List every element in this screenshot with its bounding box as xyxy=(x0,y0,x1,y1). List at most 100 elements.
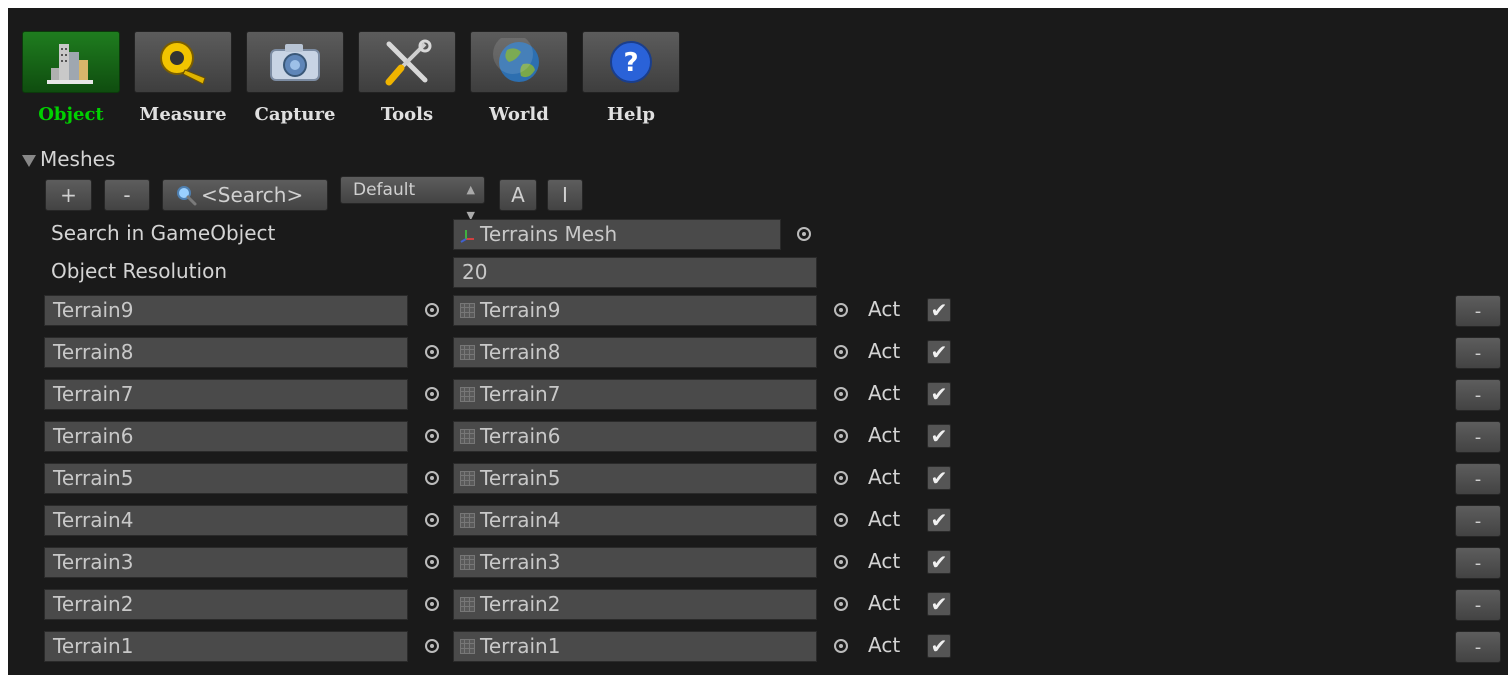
globe-icon xyxy=(493,38,539,82)
act-checkbox[interactable]: ✔ xyxy=(927,340,951,364)
remove-row-button[interactable]: - xyxy=(1455,421,1501,453)
mesh-name-field[interactable]: Terrain7 xyxy=(44,379,408,410)
capture-tab-button[interactable] xyxy=(246,31,344,93)
mesh-name-picker-icon[interactable] xyxy=(425,513,439,527)
mesh-name-field[interactable]: Terrain4 xyxy=(44,505,408,536)
svg-text:?: ? xyxy=(623,48,638,78)
mesh-name-field[interactable]: Terrain8 xyxy=(44,337,408,368)
object-resolution-label: Object Resolution xyxy=(51,259,227,283)
mesh-name-field[interactable]: Terrain3 xyxy=(44,547,408,578)
mesh-name-field[interactable]: Terrain9 xyxy=(44,295,408,326)
remove-row-button[interactable]: - xyxy=(1455,547,1501,579)
remove-row-button[interactable]: - xyxy=(1455,337,1501,369)
mesh-object-field[interactable]: Terrain6 xyxy=(453,421,817,452)
mesh-object-field[interactable]: Terrain1 xyxy=(453,631,817,662)
act-checkbox[interactable]: ✔ xyxy=(927,466,951,490)
mesh-object-picker-icon[interactable] xyxy=(834,345,848,359)
mesh-name-field[interactable]: Terrain2 xyxy=(44,589,408,620)
wrench-screwdriver-icon xyxy=(385,39,432,86)
mesh-name-picker-icon[interactable] xyxy=(425,639,439,653)
act-label: Act xyxy=(868,423,901,447)
tab-label-measure: Measure xyxy=(139,104,227,125)
mesh-name-picker-icon[interactable] xyxy=(425,555,439,569)
mesh-object-value: Terrain2 xyxy=(480,592,561,616)
remove-row-button[interactable]: - xyxy=(1455,505,1501,537)
mesh-object-field[interactable]: Terrain2 xyxy=(453,589,817,620)
mesh-name-picker-icon[interactable] xyxy=(425,303,439,317)
object-resolution-field[interactable]: 20 xyxy=(453,257,817,288)
remove-row-button[interactable]: - xyxy=(1455,379,1501,411)
sort-mode-dropdown[interactable]: Default ▲ ▼ xyxy=(340,176,485,222)
mesh-object-picker-icon[interactable] xyxy=(834,555,848,569)
mesh-object-picker-icon[interactable] xyxy=(834,303,848,317)
mesh-name-field[interactable]: Terrain5 xyxy=(44,463,408,494)
a-button[interactable]: A xyxy=(499,179,537,211)
mesh-object-value: Terrain1 xyxy=(480,634,561,658)
help-tab-button[interactable]: ? xyxy=(582,31,680,93)
check-icon: ✔ xyxy=(930,424,948,448)
mesh-name-field[interactable]: Terrain6 xyxy=(44,421,408,452)
object-picker-icon[interactable] xyxy=(797,227,811,241)
search-button[interactable]: <Search> xyxy=(162,179,328,211)
act-checkbox[interactable]: ✔ xyxy=(927,382,951,406)
mesh-object-picker-icon[interactable] xyxy=(834,387,848,401)
act-checkbox[interactable]: ✔ xyxy=(927,634,951,658)
mesh-object-value: Terrain6 xyxy=(480,424,561,448)
act-label: Act xyxy=(868,507,901,531)
mesh-object-field[interactable]: Terrain5 xyxy=(453,463,817,494)
mesh-object-picker-icon[interactable] xyxy=(834,429,848,443)
mesh-object-field[interactable]: Terrain8 xyxy=(453,337,817,368)
act-label: Act xyxy=(868,591,901,615)
sort-mode-value: Default xyxy=(353,180,416,200)
check-icon: ✔ xyxy=(930,634,948,658)
search-in-gameobject-field[interactable]: Terrains Mesh xyxy=(453,219,781,250)
check-icon: ✔ xyxy=(930,466,948,490)
meshes-foldout[interactable]: Meshes xyxy=(22,147,115,171)
terrain-grid-icon xyxy=(460,555,475,570)
world-tab-button[interactable] xyxy=(470,31,568,93)
mesh-object-picker-icon[interactable] xyxy=(834,471,848,485)
tape-measure-icon xyxy=(160,41,206,85)
act-checkbox[interactable]: ✔ xyxy=(927,550,951,574)
object-tab-button[interactable] xyxy=(22,31,120,93)
mesh-name-picker-icon[interactable] xyxy=(425,387,439,401)
mesh-name-picker-icon[interactable] xyxy=(425,345,439,359)
tab-label-tools: Tools xyxy=(380,104,434,125)
mesh-object-field[interactable]: Terrain9 xyxy=(453,295,817,326)
remove-mesh-button[interactable]: - xyxy=(104,179,150,211)
act-checkbox[interactable]: ✔ xyxy=(927,508,951,532)
remove-row-button[interactable]: - xyxy=(1455,295,1501,327)
mesh-object-picker-icon[interactable] xyxy=(834,639,848,653)
mesh-name-picker-icon[interactable] xyxy=(425,597,439,611)
measure-tab-button[interactable] xyxy=(134,31,232,93)
terrain-grid-icon xyxy=(460,639,475,654)
add-mesh-button[interactable]: + xyxy=(45,179,92,211)
terrain-grid-icon xyxy=(460,429,475,444)
mesh-name-picker-icon[interactable] xyxy=(425,429,439,443)
mesh-object-field[interactable]: Terrain7 xyxy=(453,379,817,410)
tab-label-help: Help xyxy=(607,104,655,125)
terrain-grid-icon xyxy=(460,345,475,360)
act-checkbox[interactable]: ✔ xyxy=(927,424,951,448)
remove-row-button[interactable]: - xyxy=(1455,589,1501,621)
terrain-grid-icon xyxy=(460,597,475,612)
mesh-object-picker-icon[interactable] xyxy=(834,513,848,527)
mesh-name-field[interactable]: Terrain1 xyxy=(44,631,408,662)
act-label: Act xyxy=(868,297,901,321)
remove-row-button[interactable]: - xyxy=(1455,463,1501,495)
mesh-name-picker-icon[interactable] xyxy=(425,471,439,485)
mesh-object-field[interactable]: Terrain3 xyxy=(453,547,817,578)
act-label: Act xyxy=(868,381,901,405)
search-in-gameobject-label: Search in GameObject xyxy=(51,221,276,245)
remove-row-button[interactable]: - xyxy=(1455,631,1501,663)
search-icon xyxy=(177,186,197,206)
mesh-object-picker-icon[interactable] xyxy=(834,597,848,611)
i-button[interactable]: I xyxy=(547,179,583,211)
act-checkbox[interactable]: ✔ xyxy=(927,592,951,616)
mesh-object-field[interactable]: Terrain4 xyxy=(453,505,817,536)
mesh-object-value: Terrain3 xyxy=(480,550,561,574)
tools-tab-button[interactable] xyxy=(358,31,456,93)
act-checkbox[interactable]: ✔ xyxy=(927,298,951,322)
terrain-grid-icon xyxy=(460,513,475,528)
act-label: Act xyxy=(868,339,901,363)
